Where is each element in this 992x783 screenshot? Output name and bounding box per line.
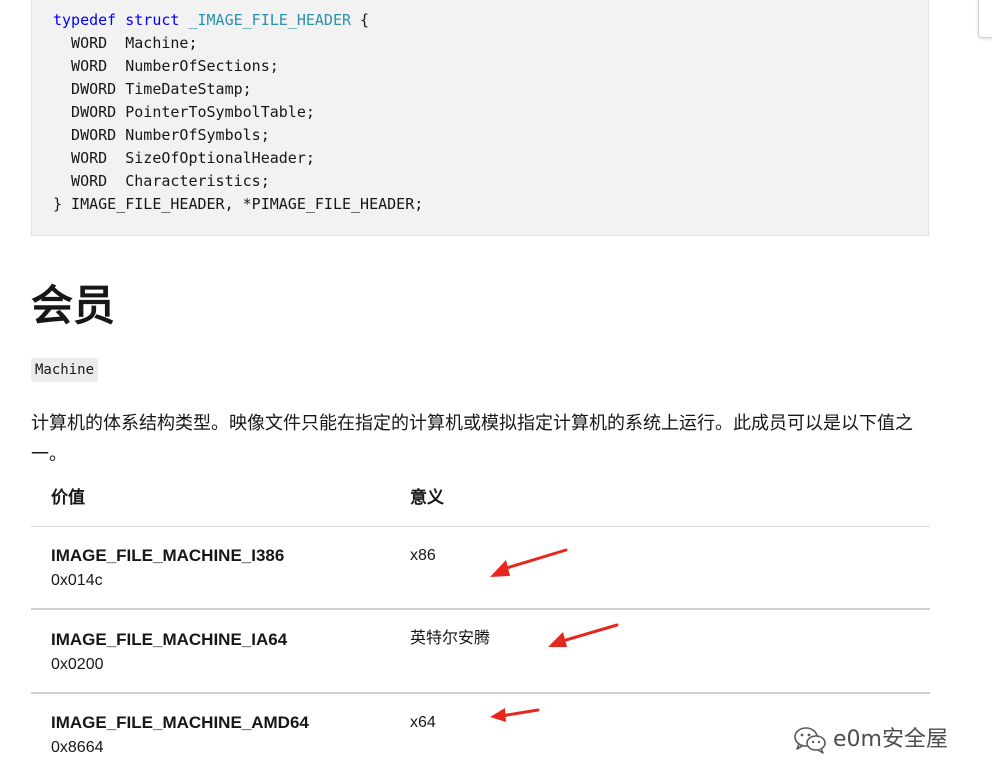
side-widget-edge[interactable] [978,0,992,38]
code-text: } IMAGE_FILE_HEADER, *PIMAGE_FILE_HEADER… [53,195,424,213]
page-title: 会员 [31,281,116,330]
code-line: DWORD PointerToSymbolTable; [53,101,315,124]
code-line: DWORD TimeDateStamp; [53,78,252,101]
code-line: typedef struct _IMAGE_FILE_HEADER { [53,9,369,32]
code-text: WORD SizeOfOptionalHeader; [53,149,315,167]
code-text: WORD NumberOfSections; [53,57,279,75]
code-line: WORD SizeOfOptionalHeader; [53,147,315,170]
table-row-value-name: IMAGE_FILE_MACHINE_IA64 [51,630,288,649]
code-text: WORD Machine; [53,34,198,52]
table-row-value-name: IMAGE_FILE_MACHINE_I386 [51,546,285,565]
watermark-text: e0m安全屋 [833,727,948,752]
code-line: WORD Characteristics; [53,170,270,193]
code-text: DWORD NumberOfSymbols; [53,126,270,144]
table-header-meaning: 意义 [410,488,444,508]
table-row-meaning: x64 [410,714,436,731]
code-type-name: _IMAGE_FILE_HEADER [188,11,352,29]
table-row-value-hex: 0x014c [51,572,103,589]
red-arrow-icon [490,708,540,722]
code-line: WORD Machine; [53,32,198,55]
code-keyword: struct [125,11,180,29]
code-text: { [351,11,370,29]
table-header-value: 价值 [51,488,85,508]
code-line: DWORD NumberOfSymbols; [53,124,270,147]
table-row-meaning: x86 [410,547,436,564]
code-text: DWORD PointerToSymbolTable; [53,103,315,121]
red-arrow-icon [548,623,619,647]
table-row-value-hex: 0x8664 [51,739,104,756]
code-line: WORD NumberOfSections; [53,55,279,78]
wechat-icon [794,727,826,754]
table-header-divider [31,526,930,527]
watermark: e0m安全屋 [793,724,948,756]
code-keyword: typedef [53,11,117,29]
table-row-value-hex: 0x0200 [51,656,104,673]
code-text: DWORD TimeDateStamp; [53,80,252,98]
table-row-value-name: IMAGE_FILE_MACHINE_AMD64 [51,713,309,732]
red-arrow-icon [490,548,568,577]
member-name-code: Machine [31,358,99,382]
code-text: WORD Characteristics; [53,172,270,190]
code-line: } IMAGE_FILE_HEADER, *PIMAGE_FILE_HEADER… [53,193,423,216]
table-row-divider [31,692,930,694]
table-row-divider [31,608,930,610]
member-description: 计算机的体系结构类型。映像文件只能在指定的计算机或模拟指定计算机的系统上运行。此… [31,413,913,465]
code-block: typedef struct _IMAGE_FILE_HEADER { WORD… [31,0,929,236]
table-row-meaning: 英特尔安腾 [410,630,491,647]
